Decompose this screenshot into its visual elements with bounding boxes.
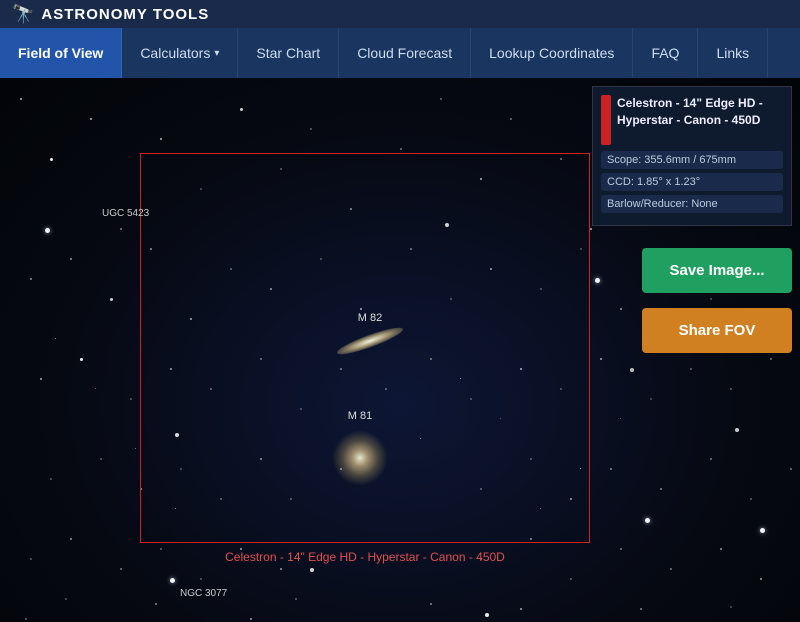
nav-label-calculators: Calculators [140, 45, 210, 61]
save-image-button[interactable]: Save Image... [642, 248, 792, 293]
galaxy-m81-label: M 81 [348, 410, 372, 422]
info-panel-title: Celestron - 14" Edge HD - Hyperstar - Ca… [617, 95, 763, 129]
nav-item-cloud-forecast[interactable]: Cloud Forecast [339, 28, 471, 78]
nav-label-faq: FAQ [651, 45, 679, 61]
nav-item-lookup-coordinates[interactable]: Lookup Coordinates [471, 28, 633, 78]
info-scope: Scope: 355.6mm / 675mm [601, 151, 783, 169]
nav-label-links: Links [716, 45, 749, 61]
nav-label-star-chart: Star Chart [256, 45, 320, 61]
nav-item-star-chart[interactable]: Star Chart [238, 28, 339, 78]
galaxy-m82: M 82 [330, 328, 410, 353]
label-ngc3077: NGC 3077 [180, 588, 227, 599]
info-ccd: CCD: 1.85° x 1.23° [601, 173, 783, 191]
galaxy-m82-body [335, 323, 405, 358]
chevron-down-icon: ▾ [214, 48, 219, 59]
nav-label-fov: Field of View [18, 45, 103, 61]
share-fov-button[interactable]: Share FOV [642, 308, 792, 353]
label-ugc5423: UGC 5423 [102, 208, 149, 219]
nav-item-faq[interactable]: FAQ [633, 28, 698, 78]
site-header: 🔭 ASTRONOMY TOOLS [0, 0, 800, 28]
nav-item-calculators[interactable]: Calculators ▾ [122, 28, 238, 78]
galaxy-m81: M 81 [330, 428, 390, 488]
galaxy-m82-label: M 82 [358, 312, 382, 324]
nav-item-fov[interactable]: Field of View [0, 28, 122, 78]
nav-item-links[interactable]: Links [698, 28, 768, 78]
info-panel: Celestron - 14" Edge HD - Hyperstar - Ca… [592, 86, 792, 226]
nav-label-lookup-coordinates: Lookup Coordinates [489, 45, 614, 61]
galaxy-m81-glow [332, 430, 388, 486]
main-view: Celestron - 14" Edge HD - Hyperstar - Ca… [0, 78, 800, 622]
nav-label-cloud-forecast: Cloud Forecast [357, 45, 452, 61]
site-name: ASTRONOMY TOOLS [41, 6, 209, 23]
main-nav: Field of View Calculators ▾ Star Chart C… [0, 28, 800, 78]
info-barlow: Barlow/Reducer: None [601, 195, 783, 213]
info-panel-title-row: Celestron - 14" Edge HD - Hyperstar - Ca… [601, 95, 783, 145]
logo-icon: 🔭 [12, 4, 35, 25]
site-logo: 🔭 ASTRONOMY TOOLS [12, 4, 209, 25]
fov-color-bar [601, 95, 611, 145]
